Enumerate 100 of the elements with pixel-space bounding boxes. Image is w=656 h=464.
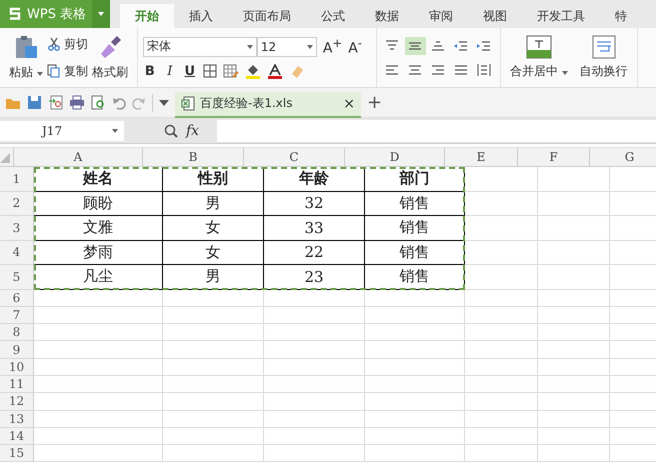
print-preview-icon[interactable] [91,95,106,110]
scissors-icon [46,37,61,51]
menu-tab[interactable]: 特 [600,4,642,28]
column-header[interactable]: F [518,148,590,166]
column-header[interactable]: E [445,148,518,166]
menu-tab[interactable]: 插入 [174,4,228,28]
table-cell: 销售 [365,265,465,290]
row-header[interactable]: 4 [0,240,34,265]
indent-icon [476,38,492,52]
column-header[interactable]: C [244,148,345,166]
fill-color-icon[interactable] [244,64,261,79]
close-tab-button[interactable]: × [343,96,355,112]
italic-button[interactable]: I [162,64,177,79]
table-cell [538,445,610,462]
underline-button[interactable]: U [182,64,197,79]
column-header[interactable]: G [590,148,656,166]
row-header[interactable]: 8 [0,324,34,342]
table-cell [538,393,610,411]
row-header[interactable]: 13 [0,410,34,428]
align-bottom-icon [430,38,446,52]
row-header[interactable]: 1 [0,167,34,192]
save-icon[interactable] [27,95,42,110]
table-cell: 女 [163,216,264,240]
row-header[interactable]: 7 [0,306,34,324]
menu-tab[interactable]: 开发工具 [522,4,600,28]
table-cell [538,341,610,359]
caret-icon[interactable] [92,0,110,28]
row-header[interactable]: 10 [0,358,34,376]
table-cell: 文雅 [34,216,163,240]
distribute-icon [476,62,492,76]
column-header[interactable]: D [345,148,445,166]
borders-icon[interactable] [202,64,217,78]
font-size-dropdown[interactable]: 12 [256,36,317,56]
table-cell: 22 [264,240,365,265]
export-icon[interactable] [48,95,63,110]
table-cell: 顾盼 [34,192,163,216]
increase-font-button[interactable]: A$^{+}$ [322,36,342,57]
table-cell: 23 [264,265,365,290]
row-header[interactable]: 11 [0,376,34,394]
paste-button[interactable]: 粘贴 [9,64,43,81]
align-left-icon [384,62,400,76]
row-header[interactable]: 12 [0,393,34,411]
zoom-icon[interactable] [164,124,178,138]
cut-button[interactable]: 剪切 [46,36,88,52]
font-name-dropdown[interactable]: 宋体 [142,36,257,56]
row-header[interactable]: 15 [0,445,34,462]
insert-function-button[interactable]: fx [186,122,200,138]
menu-tab[interactable]: 数据 [360,4,414,28]
table-cell: 男 [163,192,264,216]
wrap-text-button[interactable]: 自动换行 [576,35,632,80]
row-header[interactable]: 5 [0,265,34,290]
caret-icon [246,44,253,48]
row-header[interactable]: 9 [0,341,34,359]
align-button[interactable] [404,36,426,54]
caret-icon [306,44,313,48]
table-cell: 姓名 [34,167,163,192]
table-cell [538,306,610,324]
new-tab-button[interactable]: + [367,92,382,113]
print-icon[interactable] [69,95,85,110]
caret-icon [112,128,118,132]
undo-icon[interactable] [112,96,126,110]
table-cell: 33 [264,216,365,240]
cell-style-icon[interactable] [222,64,239,78]
copy-button[interactable]: 复制 [46,62,88,80]
column-header[interactable]: A [14,148,143,166]
name-box[interactable]: J17 [0,120,124,140]
caret-icon [36,72,43,76]
font-color-icon[interactable] [266,64,283,79]
table-cell: 女 [163,240,264,265]
table-cell [538,290,610,307]
formula-input[interactable] [217,120,656,142]
decrease-font-button[interactable]: A$^{-}$ [348,36,362,57]
table-cell: 部门 [365,167,465,192]
menu-tab[interactable]: 视图 [468,4,522,28]
menu-tab[interactable]: 页面布局 [228,4,306,28]
document-tab[interactable]: 百度经验-表1.xls × [175,92,361,118]
table-cell [538,376,610,394]
row-header[interactable]: 6 [0,290,34,307]
menu-tab[interactable]: 开始 [120,4,174,28]
format-painter-button[interactable]: 格式刷 [92,64,128,81]
caret-icon [562,71,568,75]
menu-tab[interactable]: 公式 [306,4,360,28]
caret-icon[interactable] [159,100,169,106]
merge-center-button[interactable]: 合并居中 [506,35,572,80]
table-cell: 32 [264,192,365,216]
table-cell [538,410,610,428]
align-right-icon [430,62,446,76]
table-cell [538,324,610,342]
table-cell: 男 [163,265,264,290]
table-cell: 凡尘 [34,265,163,290]
row-header[interactable]: 3 [0,216,34,240]
menu-tab[interactable]: 审阅 [414,4,468,28]
row-header[interactable]: 14 [0,428,34,446]
bold-button[interactable]: B [142,64,157,79]
column-header[interactable]: B [143,148,244,166]
outdent-icon [453,38,470,52]
wrap-text-icon [592,35,616,59]
row-header[interactable]: 2 [0,192,34,216]
table-cell: 销售 [365,192,465,216]
table-cell: 销售 [365,240,465,265]
